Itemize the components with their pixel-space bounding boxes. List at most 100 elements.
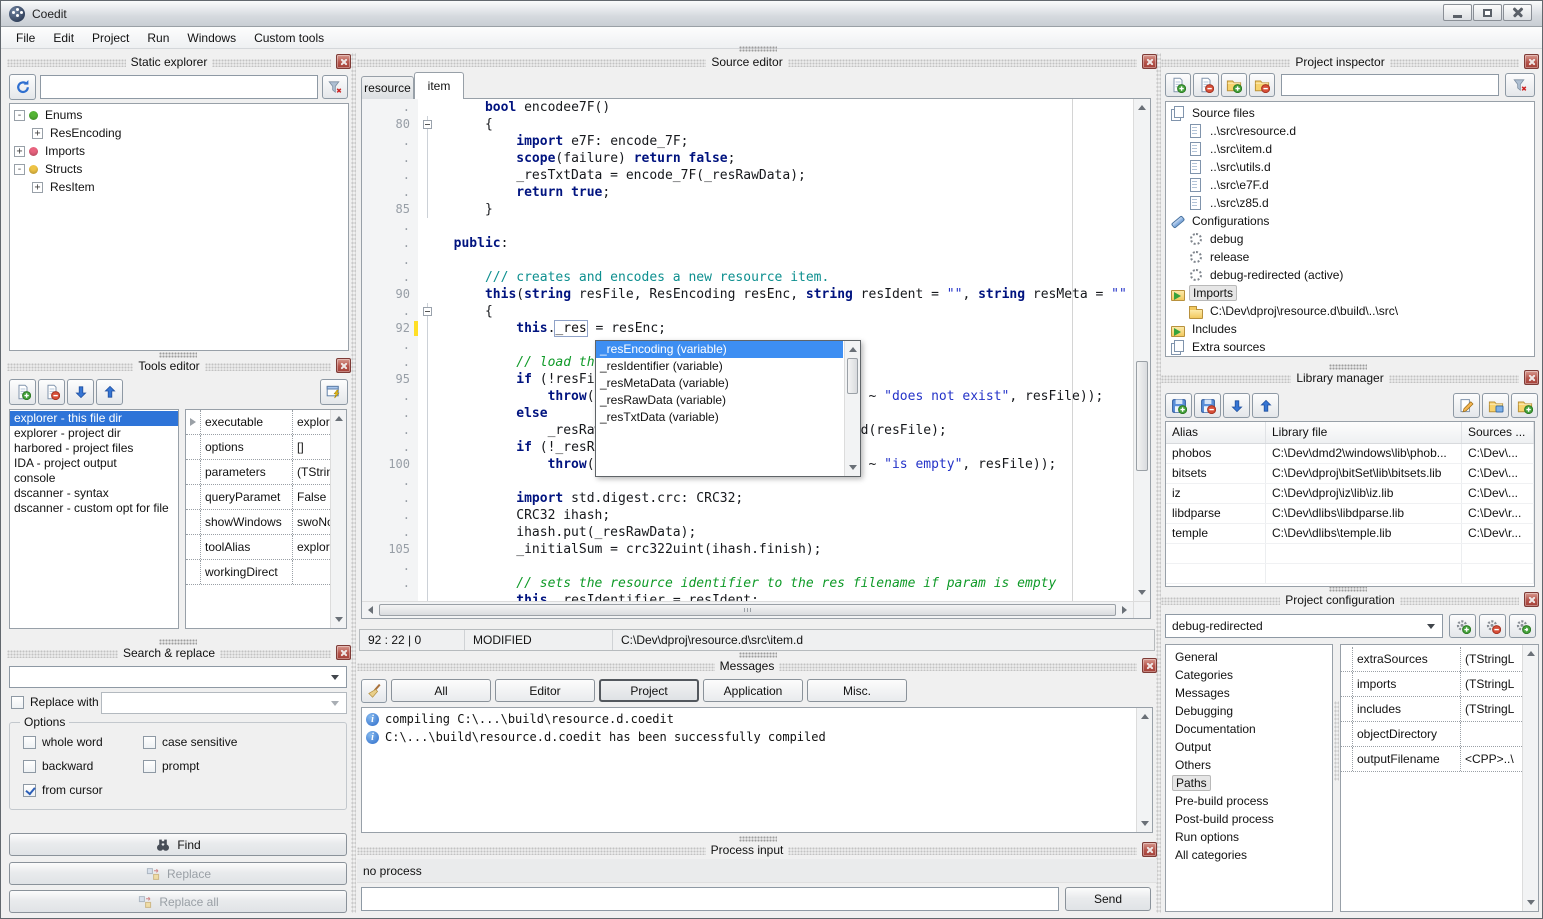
category-item[interactable]: Paths [1166,774,1332,792]
completion-item[interactable]: _resTxtData (variable) [596,409,843,426]
symbol-filter-input[interactable] [40,75,318,99]
property-value[interactable]: (TStringL [1461,677,1522,691]
code-viewport[interactable]: . bool encodee7F()80 {. import e7F: enco… [362,99,1133,601]
config-property-row[interactable]: outputFilename <CPP>..\ [1341,747,1522,772]
remove-library-button[interactable] [1194,393,1221,418]
code-line[interactable]: . { [362,303,1133,320]
edit-library-button[interactable] [1453,393,1480,418]
completion-item[interactable]: _resEncoding (variable) [596,341,843,358]
library-row[interactable]: temple C:\Dev\dlibs\temple.lib C:\Dev\r.… [1166,524,1534,544]
messages-scrollbar[interactable] [1136,708,1152,832]
tool-list-item[interactable]: dscanner - syntax [10,486,178,501]
add-library-button[interactable] [1165,393,1192,418]
category-item[interactable]: General [1166,648,1332,666]
close-panel-icon[interactable] [336,645,351,660]
code-editor[interactable]: . bool encodee7F()80 {. import e7F: enco… [361,98,1151,619]
tree-item[interactable]: - Enums [10,106,348,124]
add-configuration-button[interactable] [1449,614,1476,638]
category-item[interactable]: Run options [1166,828,1332,846]
project-tree-item[interactable]: debug-redirected (active) [1166,266,1534,284]
project-tree-item[interactable]: ..\src\resource.d [1166,122,1534,140]
library-row[interactable]: bitsets C:\Dev\dproj\bitSet\lib\bitsets.… [1166,464,1534,484]
project-tree-item[interactable]: Source files [1166,104,1534,122]
move-library-down-button[interactable] [1223,393,1250,418]
clear-messages-button[interactable] [361,679,387,703]
tool-list-item[interactable]: console [10,471,178,486]
message-filter-button[interactable]: Misc. [807,679,907,702]
refresh-button[interactable] [9,74,36,100]
code-line[interactable]: 85 } [362,201,1133,218]
editor-hscrollbar[interactable] [362,601,1133,618]
project-tree-item[interactable]: C:\Dev\dproj\resource.d\build\..\src\ [1166,302,1534,320]
code-line[interactable]: . return true; [362,184,1133,201]
message-filter-button[interactable]: Project [599,679,699,702]
code-line[interactable]: . [362,252,1133,269]
code-line[interactable]: 92 this._res = resEnc; [362,320,1133,337]
tool-list-item[interactable]: harbored - project files [10,441,178,456]
tree-item[interactable]: + Imports [10,142,348,160]
tool-list-item[interactable]: explorer - this file dir [10,411,178,426]
replace-button[interactable]: Replace [9,862,347,885]
move-tool-down-button[interactable] [67,379,94,405]
close-button[interactable] [1503,4,1532,21]
expander-icon[interactable]: + [14,146,25,157]
search-term-combobox[interactable] [9,666,347,688]
clear-inspector-filter-button[interactable] [1505,73,1535,97]
move-tool-up-button[interactable] [96,379,123,405]
tree-item[interactable]: + ResItem [10,178,348,196]
code-line[interactable]: . this._resIdentifier = resIdent; [362,592,1133,601]
title-bar[interactable]: Coedit [1,1,1542,27]
prompt-option[interactable]: prompt [143,759,199,773]
project-tree-item[interactable]: Imports [1166,284,1534,302]
message-filter-button[interactable]: Editor [495,679,595,702]
project-tree-item[interactable]: ..\src\utils.d [1166,158,1534,176]
add-tool-button[interactable] [9,379,36,405]
menu-item[interactable]: Windows [178,28,245,48]
vertical-splitter[interactable] [351,53,356,913]
project-tree-item[interactable]: Configurations [1166,212,1534,230]
property-value[interactable]: [] [293,440,330,454]
library-row[interactable]: phobos C:\Dev\dmd2\windows\lib\phob... C… [1166,444,1534,464]
send-button[interactable]: Send [1065,887,1151,911]
menu-item[interactable]: Custom tools [245,28,333,48]
project-tree-item[interactable]: ..\src\item.d [1166,140,1534,158]
property-row[interactable]: showWindows swoNone [186,510,330,535]
category-item[interactable]: Post-build process [1166,810,1332,828]
code-line[interactable]: 105 _initialSum = crc322uint(ihash.finis… [362,541,1133,558]
replace-with-checkbox[interactable] [11,696,24,709]
code-line[interactable]: . [362,558,1133,575]
remove-source-button[interactable] [1193,73,1219,97]
tab-resource[interactable]: resource [361,76,414,99]
property-row[interactable]: queryParamet False [186,485,330,510]
property-row[interactable]: executable explorer [186,410,330,435]
code-line[interactable]: . ihash.put(_resRawData); [362,524,1133,541]
case-sensitive-option[interactable]: case sensitive [143,735,237,749]
maximize-button[interactable] [1473,4,1502,21]
property-row[interactable]: options [] [186,435,330,460]
clear-filter-button[interactable] [322,75,348,99]
remove-configuration-button[interactable] [1479,614,1506,638]
close-panel-icon[interactable] [1142,54,1157,69]
code-line[interactable]: . CRC32 ihash; [362,507,1133,524]
completion-item[interactable]: _resMetaData (variable) [596,375,843,392]
code-line[interactable]: . import e7F: encode_7F; [362,133,1133,150]
close-panel-icon[interactable] [336,54,351,69]
backward-option[interactable]: backward [23,759,93,773]
tool-list-item[interactable]: IDA - project output [10,456,178,471]
from-cursor-option[interactable]: from cursor [23,783,103,797]
property-value[interactable]: (TStringL [1461,652,1522,666]
close-panel-icon[interactable] [336,358,351,373]
vertical-splitter[interactable] [1156,53,1161,913]
property-value[interactable]: <CPP>..\ [1461,752,1522,766]
project-tree-item[interactable]: ..\src\e7F.d [1166,176,1534,194]
completion-scrollbar[interactable] [844,341,860,476]
add-source-button[interactable] [1165,73,1191,97]
expander-icon[interactable]: - [14,110,25,121]
config-property-row[interactable]: objectDirectory [1341,722,1522,747]
category-item[interactable]: Pre-build process [1166,792,1332,810]
property-value[interactable]: swoNone [293,515,330,529]
category-item[interactable]: Output [1166,738,1332,756]
property-value[interactable]: (TStringL [1461,702,1522,716]
add-folder-button[interactable] [1221,73,1247,97]
project-tree-item[interactable]: ..\src\z85.d [1166,194,1534,212]
